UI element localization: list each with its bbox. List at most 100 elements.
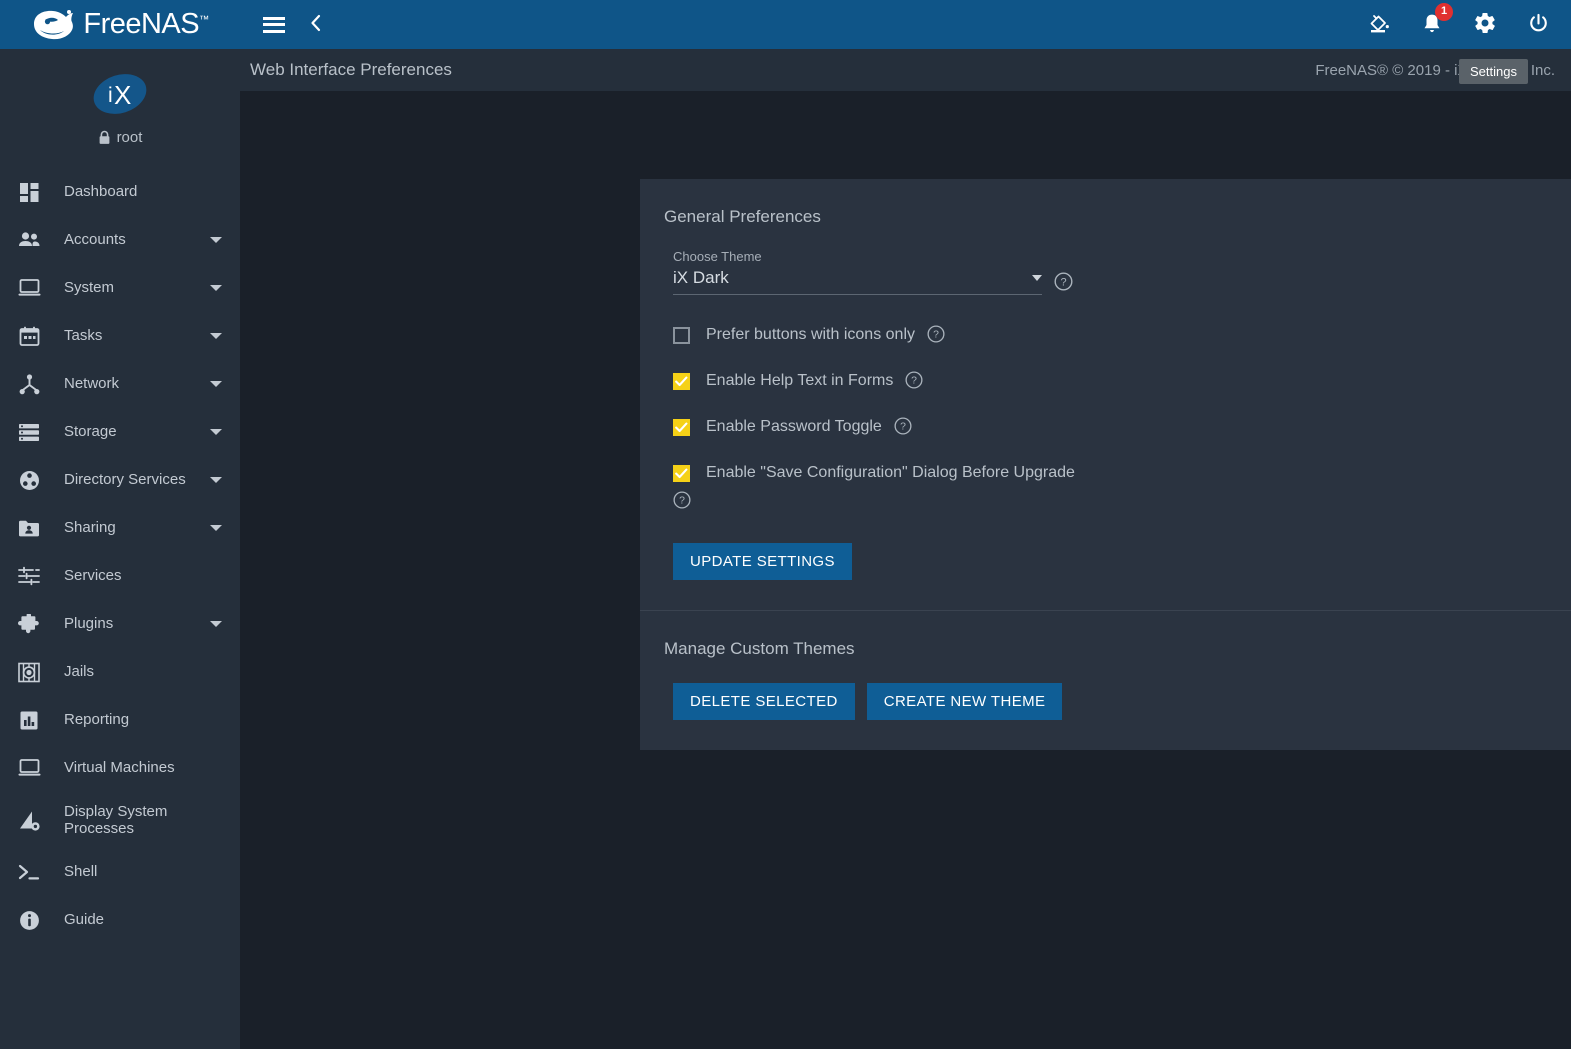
settings-tooltip: Settings — [1459, 59, 1528, 84]
checkbox-row-prefer-icons-only: Prefer buttons with icons only ? — [673, 325, 1571, 345]
sidebar-item-label: Directory Services — [64, 471, 186, 489]
chevron-down-icon — [210, 525, 222, 531]
shell-prompt-icon — [12, 863, 46, 881]
svg-text:X: X — [114, 80, 131, 110]
help-circle-icon[interactable]: ? — [673, 491, 1571, 509]
sidebar-item-network[interactable]: Network — [0, 360, 240, 408]
sidebar-item-jails[interactable]: Jails — [0, 648, 240, 696]
jails-icon — [12, 662, 46, 683]
chevron-left-icon — [307, 13, 325, 36]
paint-bucket-icon — [1367, 11, 1391, 38]
settings-button[interactable] — [1470, 8, 1500, 41]
theme-select-wrapper[interactable]: Choose Theme iX Dark — [673, 249, 1042, 295]
sidebar-item-display-system-processes[interactable]: Display System Processes — [0, 792, 240, 848]
help-circle-icon[interactable]: ? — [894, 417, 912, 435]
sidebar-item-label: Plugins — [64, 615, 114, 633]
sidebar-item-label: Tasks — [64, 327, 103, 345]
back-button[interactable] — [304, 10, 328, 39]
sidebar-item-guide[interactable]: Guide — [0, 896, 240, 944]
sidebar-item-accounts[interactable]: Accounts — [0, 216, 240, 264]
main-region: Web Interface Preferences FreeNAS® © 201… — [240, 49, 1571, 1049]
checkbox-enable-password-toggle[interactable] — [673, 419, 690, 436]
network-icon — [12, 373, 46, 395]
svg-text:?: ? — [933, 330, 939, 341]
sidebar-item-label: Guide — [64, 911, 105, 929]
svg-text:?: ? — [900, 422, 906, 433]
checkbox-save-configuration-dialog[interactable] — [673, 465, 690, 482]
sidebar-item-shell[interactable]: Shell — [0, 848, 240, 896]
services-sliders-icon — [12, 566, 46, 586]
checkbox-label: Prefer buttons with icons only — [706, 326, 915, 343]
chevron-down-icon — [210, 477, 222, 483]
checkbox-prefer-icons-only[interactable] — [673, 327, 690, 344]
top-bar-controls: 1 — [240, 0, 1571, 49]
svg-text:i: i — [108, 84, 113, 107]
top-bar: FreeNAS™ 1 — [0, 0, 1571, 49]
chevron-down-icon — [210, 237, 222, 243]
sidebar-item-services[interactable]: Services — [0, 552, 240, 600]
notifications-button[interactable]: 1 — [1418, 2, 1453, 41]
sidebar-item-plugins[interactable]: Plugins — [0, 600, 240, 648]
body-wrapper: i X root Dashboard Accounts System Tasks… — [0, 49, 1571, 1049]
checkbox-enable-help-text[interactable] — [673, 373, 690, 390]
user-name-label: root — [116, 129, 143, 146]
delete-selected-button[interactable]: DELETE SELECTED — [673, 683, 855, 720]
preferences-card: General Preferences Choose Theme iX Dark — [640, 179, 1571, 750]
sidebar-item-label: Reporting — [64, 711, 130, 729]
lock-icon — [98, 130, 111, 145]
sidebar-item-tasks[interactable]: Tasks — [0, 312, 240, 360]
sidebar-navigation: i X root Dashboard Accounts System Tasks… — [0, 49, 240, 1049]
freenas-app-window: FreeNAS™ 1 i X root Dashboard Accounts S… — [0, 0, 1571, 1049]
preferences-checkbox-list: Prefer buttons with icons only ? Enable … — [673, 325, 1571, 509]
checkbox-label: Enable "Save Configuration" Dialog Befor… — [706, 464, 1075, 481]
choose-theme-label: Choose Theme — [673, 249, 762, 264]
help-circle-icon[interactable]: ? — [905, 371, 923, 389]
custom-themes-actions: DELETE SELECTED CREATE NEW THEME — [673, 683, 1571, 720]
sidebar-item-label: Display System Processes — [64, 802, 168, 837]
power-icon — [1527, 12, 1550, 38]
hamburger-menu-button[interactable] — [260, 14, 288, 36]
sidebar-item-dashboard[interactable]: Dashboard — [0, 168, 240, 216]
brand-logo-area[interactable]: FreeNAS™ — [0, 0, 240, 49]
dashboard-icon — [12, 182, 46, 203]
theme-select[interactable]: iX Dark — [673, 268, 1042, 295]
power-button[interactable] — [1524, 9, 1553, 41]
brand-name: FreeNAS™ — [83, 8, 209, 40]
directory-services-icon — [12, 470, 46, 491]
sidebar-item-sharing[interactable]: Sharing — [0, 504, 240, 552]
user-name-row: root — [98, 129, 143, 146]
virtual-machines-icon — [12, 758, 46, 778]
chevron-down-icon — [210, 429, 222, 435]
freenas-fish-logo — [31, 8, 75, 42]
reporting-chart-icon — [12, 710, 46, 731]
sidebar-item-storage[interactable]: Storage — [0, 408, 240, 456]
general-preferences-actions: UPDATE SETTINGS — [673, 543, 1571, 580]
guide-info-icon — [12, 910, 46, 931]
storage-icon — [12, 423, 46, 442]
theme-picker-button[interactable] — [1364, 8, 1394, 41]
update-settings-button[interactable]: UPDATE SETTINGS — [673, 543, 852, 580]
sidebar-item-reporting[interactable]: Reporting — [0, 696, 240, 744]
chevron-down-icon — [210, 333, 222, 339]
create-new-theme-button[interactable]: CREATE NEW THEME — [866, 683, 1063, 720]
sidebar-item-virtual-machines[interactable]: Virtual Machines — [0, 744, 240, 792]
checkbox-row-enable-help-text: Enable Help Text in Forms ? — [673, 371, 1571, 391]
sidebar-item-label: Network — [64, 375, 120, 393]
svg-text:?: ? — [679, 496, 685, 507]
checkbox-label: Enable Help Text in Forms — [706, 372, 894, 389]
sidebar-item-label: Virtual Machines — [64, 759, 175, 777]
sidebar-item-system[interactable]: System — [0, 264, 240, 312]
help-circle-icon[interactable]: ? — [927, 325, 945, 343]
help-circle-icon[interactable]: ? — [1054, 272, 1073, 291]
choose-theme-field: Choose Theme iX Dark ? — [673, 249, 1073, 295]
sidebar-item-label: System — [64, 279, 115, 297]
sidebar-item-label: Shell — [64, 863, 98, 881]
checkbox-row-save-configuration-dialog: Enable "Save Configuration" Dialog Befor… — [673, 463, 1571, 509]
accounts-icon — [12, 230, 46, 251]
sharing-folder-icon — [12, 519, 46, 538]
sidebar-item-directory-services[interactable]: Directory Services — [0, 456, 240, 504]
general-preferences-section: General Preferences Choose Theme iX Dark — [640, 179, 1571, 610]
display-system-processes-icon — [12, 810, 46, 831]
system-icon — [12, 278, 46, 298]
svg-text:?: ? — [911, 376, 917, 387]
